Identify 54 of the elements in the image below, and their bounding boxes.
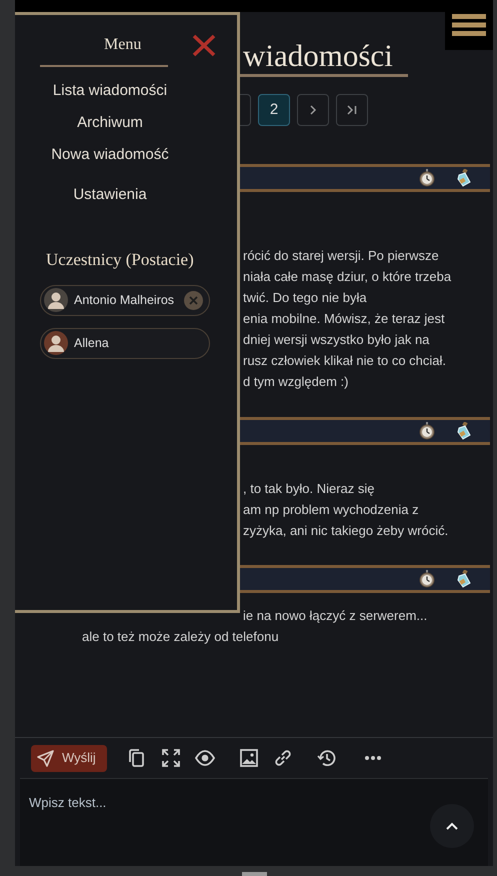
clock-icon[interactable] xyxy=(419,422,435,440)
close-icon xyxy=(192,34,216,57)
fullscreen-icon xyxy=(161,748,181,768)
next-icon xyxy=(309,104,317,116)
close-icon xyxy=(189,296,198,304)
message-text-line: , to tak było. Nieraz się xyxy=(242,480,376,498)
send-button[interactable]: Wyślij xyxy=(31,744,107,772)
menu-item[interactable]: Lista wiadomości xyxy=(40,75,180,107)
last-page-button[interactable] xyxy=(336,94,368,126)
text-editor-field[interactable]: Wpisz tekst... xyxy=(20,778,488,866)
message-text-line: niała całe masę dziur, o które trzeba xyxy=(242,268,452,286)
copy-button[interactable] xyxy=(127,748,147,768)
message-text-line: twić. Do tego nie była xyxy=(242,289,368,307)
participants-heading: Uczestnicy (Postacie) xyxy=(45,249,195,271)
resize-handle[interactable] xyxy=(242,872,267,876)
close-button[interactable] xyxy=(192,34,216,57)
message-text-line: rócić do starej wersji. Po pierwsze xyxy=(242,247,440,265)
link-icon xyxy=(273,748,293,768)
menu-item[interactable]: Ustawienia xyxy=(40,179,180,211)
chevron-up-icon xyxy=(445,822,459,830)
avatar-icon xyxy=(44,288,68,312)
message-text-line: d tym względem :) xyxy=(242,373,350,391)
menu-item[interactable]: Nowa wiadomość xyxy=(40,139,180,171)
message-text-line: ie na nowo łączyć z serwerem... xyxy=(242,607,428,625)
preview-button[interactable] xyxy=(195,748,215,768)
message-text-line: am np problem wychodzenia z xyxy=(242,501,420,519)
message-text-line: rusz człowiek klikał nie to co chciał. xyxy=(242,352,448,370)
send-icon xyxy=(37,750,54,766)
message-text-line: zyżyka, ani nic takiego żeby wrócić. xyxy=(242,522,450,540)
history-icon xyxy=(317,748,337,768)
participant-chip[interactable]: Allena xyxy=(40,328,210,358)
menu-item[interactable]: Archiwum xyxy=(40,107,180,139)
eye-icon xyxy=(195,748,215,768)
clock-icon[interactable] xyxy=(419,570,435,588)
page-button[interactable]: 2 xyxy=(258,94,290,126)
participant-name: Antonio Malheiros xyxy=(74,292,174,309)
message-text-line: enia mobilne. Mówisz, że teraz jest xyxy=(242,310,446,328)
image-icon xyxy=(239,748,259,768)
fullscreen-button[interactable] xyxy=(161,748,181,768)
participant-chip[interactable]: Antonio Malheiros xyxy=(40,284,210,316)
more-icon xyxy=(363,755,383,761)
history-button[interactable] xyxy=(317,748,337,768)
last-page-icon xyxy=(346,104,358,116)
participant-name: Allena xyxy=(74,334,109,352)
message-text-line: ale to też może zależy od telefonu xyxy=(81,628,280,646)
message-text-line: dniej wersji wszystko było jak na xyxy=(242,331,430,349)
link-button[interactable] xyxy=(273,748,293,768)
menu-icon xyxy=(452,13,486,37)
copy-icon xyxy=(127,748,147,768)
more-button[interactable] xyxy=(363,755,383,761)
avatar-icon xyxy=(44,331,68,355)
image-button[interactable] xyxy=(239,748,259,768)
clock-icon[interactable] xyxy=(419,169,435,187)
menu-title: Menu xyxy=(40,33,168,67)
